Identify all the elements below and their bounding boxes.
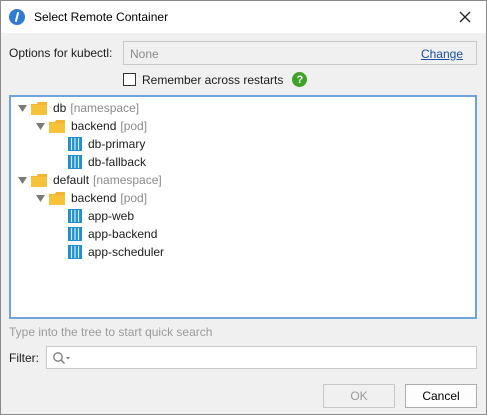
options-field: None Change [123, 41, 477, 65]
tree-node-label: db-primary [88, 137, 146, 151]
tree-node-container[interactable]: app-web [68, 207, 134, 225]
expanded-arrow-icon[interactable] [35, 121, 45, 131]
tree-node-namespace-db[interactable]: db [namespace] [17, 99, 139, 117]
options-value: None [130, 47, 159, 61]
close-icon [459, 11, 471, 23]
tree-node-label: db-fallback [88, 155, 147, 169]
tree-node-label: backend [71, 119, 117, 133]
container-icon [68, 209, 82, 223]
tree-node-label: db [53, 101, 67, 115]
expanded-arrow-icon[interactable] [35, 193, 45, 203]
help-icon[interactable]: ? [292, 72, 308, 87]
close-button[interactable] [456, 8, 474, 26]
tree-node-kind: [namespace] [70, 101, 140, 115]
folder-icon [49, 191, 65, 205]
tree-node-label: backend [71, 191, 117, 205]
tree-node-container[interactable]: app-backend [68, 225, 157, 243]
tree-node-namespace-default[interactable]: default [namespace] [17, 171, 162, 189]
tree-node-kind: [pod] [120, 191, 148, 205]
remember-checkbox[interactable] [123, 73, 136, 86]
select-container-dialog: Select Remote Container Options for kube… [0, 0, 487, 415]
search-icon[interactable] [52, 351, 72, 365]
container-icon [68, 137, 82, 151]
tree-node-label: app-backend [88, 227, 158, 241]
expanded-arrow-icon[interactable] [17, 103, 27, 113]
folder-icon [49, 119, 65, 133]
container-icon [68, 227, 82, 241]
tree-node-kind: [namespace] [93, 173, 162, 187]
tree-node-label: app-web [88, 209, 135, 223]
container-icon [68, 245, 82, 259]
tree-node-kind: [pod] [120, 119, 148, 133]
tree-node-label: app-scheduler [88, 245, 165, 259]
quick-search-hint: Type into the tree to start quick search [9, 325, 213, 339]
container-icon [68, 155, 82, 169]
options-label: Options for kubectl: [9, 46, 113, 60]
tree-node-label: default [53, 173, 90, 187]
dialog-title: Select Remote Container [34, 10, 169, 24]
tree-node-pod-backend[interactable]: backend [pod] [35, 117, 147, 135]
folder-icon [31, 101, 47, 115]
title-bar: Select Remote Container [1, 1, 486, 33]
app-info-icon [9, 9, 25, 25]
expanded-arrow-icon[interactable] [17, 175, 27, 185]
remember-label[interactable]: Remember across restarts [142, 73, 283, 87]
tree-node-pod-backend[interactable]: backend [pod] [35, 189, 147, 207]
ok-button[interactable]: OK [323, 384, 395, 408]
change-link[interactable]: Change [421, 47, 463, 61]
tree-node-container[interactable]: app-scheduler [68, 243, 164, 261]
cancel-button[interactable]: Cancel [405, 384, 477, 408]
filter-label: Filter: [9, 351, 39, 365]
tree-node-container[interactable]: db-primary [68, 135, 145, 153]
filter-input[interactable] [46, 346, 477, 369]
tree-node-container[interactable]: db-fallback [68, 153, 146, 171]
folder-icon [31, 173, 47, 187]
container-tree[interactable]: db [namespace] backend [pod] db-primary [9, 95, 477, 319]
remember-row: Remember across restarts ? [123, 72, 308, 87]
